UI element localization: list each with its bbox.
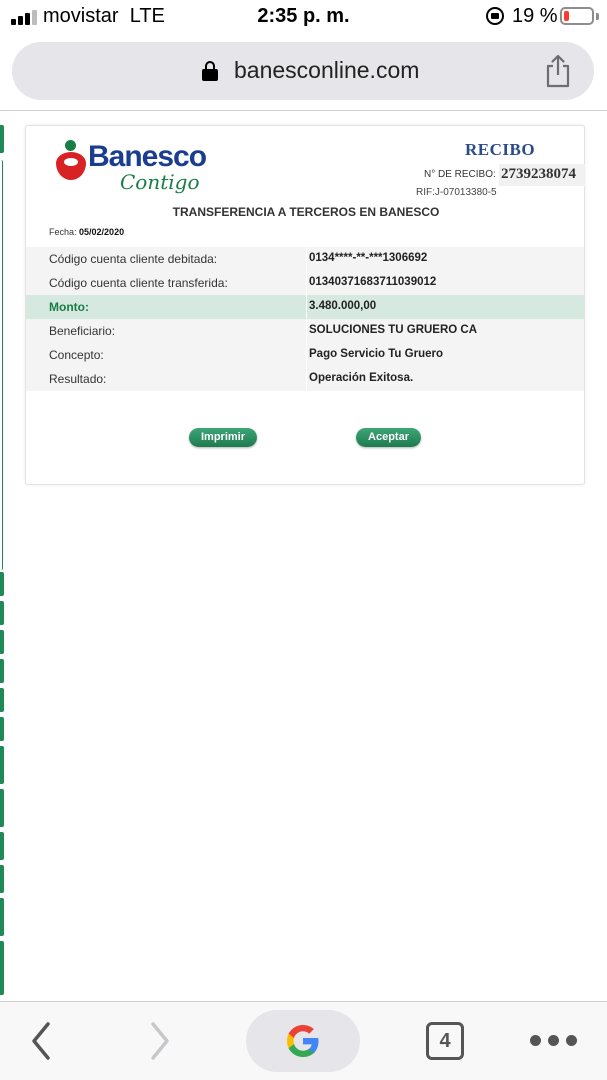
row-value: Operación Exitosa. [307,367,584,391]
left-page-edge [0,125,4,995]
receipt-number-value: 2739238074 [499,164,585,186]
row-label: Monto: [26,295,306,319]
receipt-number-row: N° DE RECIBO: 2739238074 [424,163,586,187]
row-value: 0134****-**-***1306692 [307,247,584,271]
battery-nub [596,13,599,20]
forward-icon[interactable] [145,1020,175,1062]
table-row: Beneficiario: SOLUCIONES TU GRUERO CA [26,319,584,343]
tabs-icon[interactable]: 4 [426,1022,464,1060]
share-icon[interactable] [544,54,572,88]
url-text[interactable]: banesconline.com [234,57,419,84]
receipt-title: RECIBO [465,140,536,159]
banesco-logo-icon [56,140,90,180]
browser-toolbar: 4 [0,1002,607,1080]
screen: movistar LTE 2:35 p. m. 19 % banesconlin… [0,0,607,1080]
orientation-lock-icon [486,7,504,25]
status-bar: movistar LTE 2:35 p. m. 19 % [0,0,607,34]
google-button[interactable] [246,1010,360,1072]
address-bar[interactable]: banesconline.com [12,42,594,100]
google-icon [287,1025,319,1057]
banesco-logo: Banesco Contigo [56,134,216,200]
row-label: Resultado: [26,367,306,391]
divider [0,110,607,111]
date-label: Fecha: [49,227,77,237]
table-row: Código cuenta cliente transferida: 01340… [26,271,584,295]
table-row-amount: Monto: 3.480.000,00 [26,295,584,319]
battery-icon [560,7,594,25]
receipt-details-table: Código cuenta cliente debitada: 0134****… [26,247,584,391]
battery-level [564,11,569,21]
row-label: Beneficiario: [26,319,306,343]
row-value: 01340371683711039012 [307,271,584,295]
transfer-heading: TRANSFERENCIA A TERCEROS EN BANESCO [172,205,440,219]
row-value: 3.480.000,00 [307,295,584,319]
rif-label: RIF:J-07013380-5 [416,187,497,198]
more-icon[interactable] [530,1035,578,1047]
date-value: 05/02/2020 [79,227,125,237]
accept-button[interactable]: Aceptar [356,428,421,447]
print-button[interactable]: Imprimir [189,428,257,447]
receipt-card: Banesco Contigo RECIBO N° DE RECIBO: 273… [25,125,585,485]
row-label: Código cuenta cliente transferida: [26,271,306,295]
row-value: SOLUCIONES TU GRUERO CA [307,319,584,343]
receipt-number-label: N° DE RECIBO: [424,169,496,180]
logo-tagline: Contigo [120,170,200,194]
date-row: Fecha: 05/02/2020 [49,227,124,237]
padlock-icon [202,61,218,81]
table-row: Código cuenta cliente debitada: 0134****… [26,247,584,271]
row-value: Pago Servicio Tu Gruero [307,343,584,367]
battery-percent: 19 % [512,5,558,27]
logo-brand: Banesco [88,140,207,173]
row-label: Código cuenta cliente debitada: [26,247,306,271]
table-row: Resultado: Operación Exitosa. [26,367,584,391]
back-icon[interactable] [26,1020,56,1062]
row-label: Concepto: [26,343,306,367]
table-row: Concepto: Pago Servicio Tu Gruero [26,343,584,367]
